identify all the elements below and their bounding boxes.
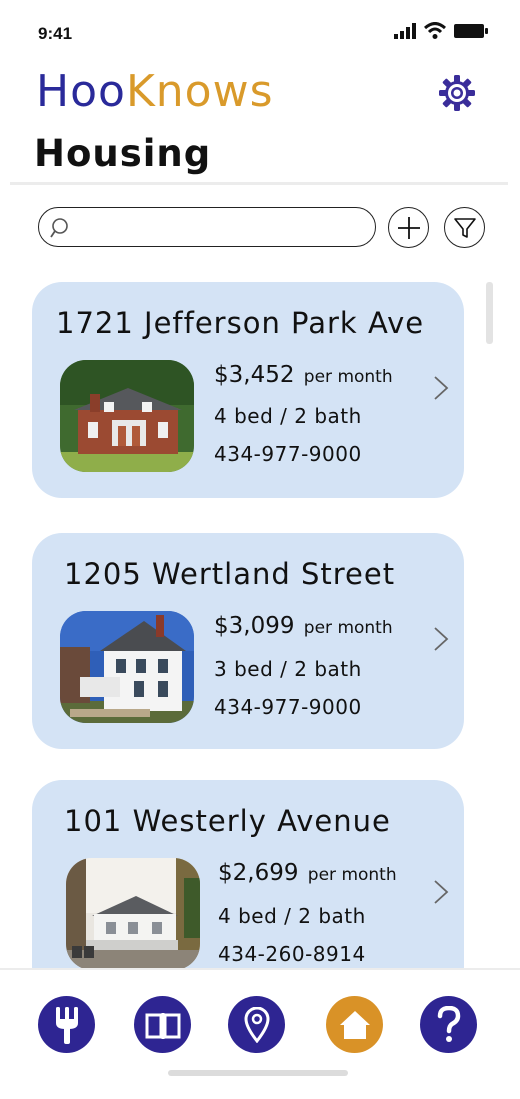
help-icon xyxy=(437,1005,460,1042)
home-indicator xyxy=(168,1070,348,1076)
listing-beds-baths: 3 bed / 2 bath xyxy=(214,657,362,681)
listing-price: $3,099 per month xyxy=(214,613,393,639)
nav-study-button[interactable] xyxy=(134,996,191,1053)
listing-list[interactable]: 1721 Jefferson Park Ave $3,452 per month… xyxy=(0,0,520,968)
listing-photo xyxy=(60,360,194,472)
listing-phone[interactable]: 434-977-9000 xyxy=(214,695,362,719)
home-icon xyxy=(339,1010,370,1039)
price-value: $3,452 xyxy=(214,362,295,388)
listing-address: 1205 Wertland Street xyxy=(64,557,396,591)
nav-housing-button[interactable] xyxy=(326,996,383,1053)
listing-photo xyxy=(66,858,200,968)
price-value: $3,099 xyxy=(214,613,295,639)
listing-card[interactable]: 101 Westerly Avenue $2,699 per month 4 b… xyxy=(32,780,464,968)
listing-price: $2,699 per month xyxy=(218,860,397,886)
listing-phone[interactable]: 434-260-8914 xyxy=(218,942,366,966)
price-value: $2,699 xyxy=(218,860,299,886)
price-unit: per month xyxy=(303,618,393,638)
listing-beds-baths: 4 bed / 2 bath xyxy=(214,404,362,428)
listing-address: 101 Westerly Avenue xyxy=(64,804,391,838)
scrollbar[interactable] xyxy=(486,282,493,344)
map-pin-icon xyxy=(243,1006,270,1043)
listing-phone[interactable]: 434-977-9000 xyxy=(214,442,362,466)
listing-photo xyxy=(60,611,194,723)
nav-dining-button[interactable] xyxy=(38,996,95,1053)
listing-beds-baths: 4 bed / 2 bath xyxy=(218,904,366,928)
listing-address: 1721 Jefferson Park Ave xyxy=(56,306,425,340)
book-icon xyxy=(145,1012,180,1039)
chevron-right-icon[interactable] xyxy=(432,625,450,653)
bottom-nav xyxy=(0,968,520,1099)
fork-icon xyxy=(55,1006,78,1044)
chevron-right-icon[interactable] xyxy=(432,374,450,402)
nav-help-button[interactable] xyxy=(420,996,477,1053)
listing-price: $3,452 per month xyxy=(214,362,393,388)
price-unit: per month xyxy=(307,865,397,885)
price-unit: per month xyxy=(303,367,393,387)
listing-card[interactable]: 1721 Jefferson Park Ave $3,452 per month… xyxy=(32,282,464,498)
nav-map-button[interactable] xyxy=(228,996,285,1053)
listing-card[interactable]: 1205 Wertland Street $3,099 per month 3 … xyxy=(32,533,464,749)
chevron-right-icon[interactable] xyxy=(432,878,450,906)
